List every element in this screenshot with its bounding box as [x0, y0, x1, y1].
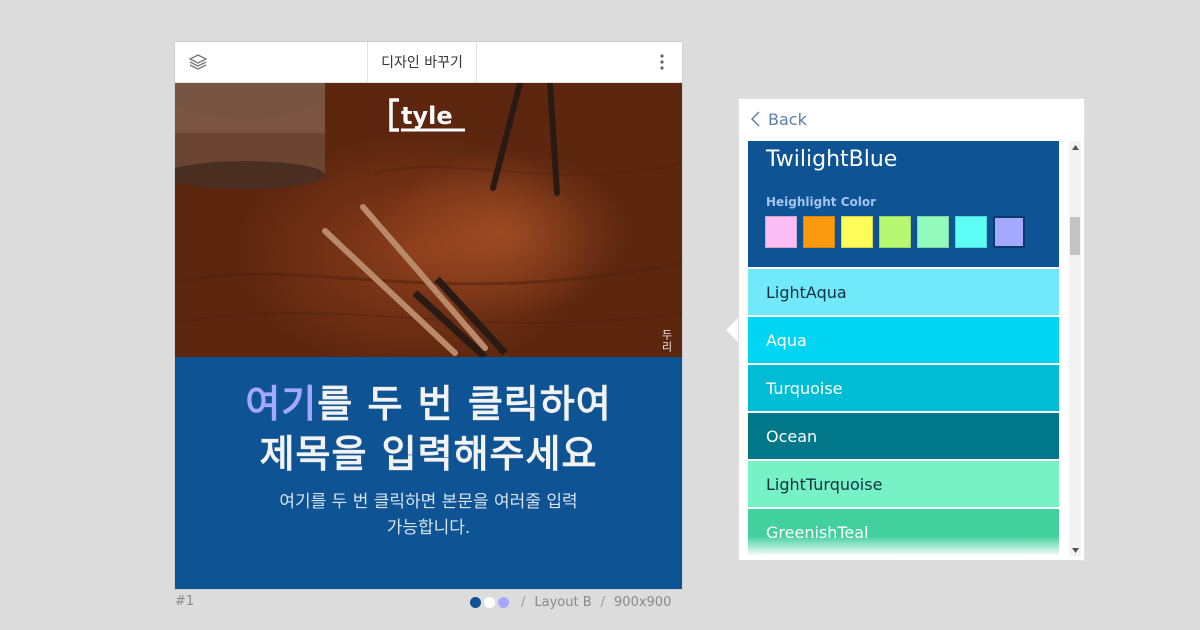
headline-highlight: 여기	[245, 382, 318, 426]
change-design-button[interactable]: 디자인 바꾸기	[367, 42, 477, 82]
scroll-up-button[interactable]	[1069, 141, 1081, 153]
background-photo[interactable]: tyle 두리	[175, 83, 682, 357]
theme-option-aqua[interactable]: Aqua	[748, 317, 1059, 363]
theme-option-label: Turquoise	[766, 378, 843, 398]
selected-theme[interactable]: TwilightBlue Heighlight Color	[748, 141, 1059, 267]
layout-name: Layout B	[534, 594, 592, 610]
theme-list[interactable]: TwilightBlue Heighlight Color LightAqua …	[748, 141, 1059, 556]
separator: /	[600, 594, 606, 610]
slide-meta: / Layout B / 900x900	[470, 593, 682, 611]
text-block[interactable]: 여기를 두 번 클릭하여 제목을 입력해주세요 여기를 두 번 클릭하면 본문을…	[175, 357, 682, 589]
highlight-swatch[interactable]	[803, 216, 835, 248]
photo-caption: 두리	[660, 329, 673, 353]
palette-dot-1	[470, 596, 481, 608]
more-vertical-icon	[660, 54, 664, 70]
highlight-swatch[interactable]	[993, 216, 1025, 248]
chevron-left-icon	[751, 111, 760, 127]
theme-option-label: GreenishTeal	[766, 522, 869, 542]
selected-theme-name: TwilightBlue	[766, 147, 898, 172]
highlight-swatch[interactable]	[955, 216, 987, 248]
highlight-color-label: Heighlight Color	[766, 195, 877, 209]
logo-text: tyle	[401, 102, 453, 130]
highlight-swatch[interactable]	[917, 216, 949, 248]
editor-card: 디자인 바꾸기 tyle 두리 여기를 두 번 클릭하여 제목을 입력해주세요 …	[175, 42, 682, 589]
palette-dot-3	[498, 596, 509, 608]
theme-option-ocean[interactable]: Ocean	[748, 413, 1059, 459]
palette-dot-2	[484, 596, 495, 608]
headline[interactable]: 여기를 두 번 클릭하여 제목을 입력해주세요	[185, 379, 672, 479]
highlight-swatches	[765, 216, 1025, 248]
slide-index: #1	[175, 594, 195, 609]
more-options-button[interactable]	[642, 42, 682, 82]
body-text[interactable]: 여기를 두 번 클릭하면 본문을 여러줄 입력 가능합니다.	[245, 489, 612, 541]
theme-option-label: LightTurquoise	[766, 474, 883, 494]
layers-button[interactable]	[175, 42, 220, 82]
tyle-logo[interactable]: tyle	[389, 97, 467, 133]
arrow-down-icon	[1071, 547, 1079, 553]
scroll-down-button[interactable]	[1069, 544, 1081, 556]
back-label: Back	[768, 109, 807, 129]
headline-line1-rest: 를 두 번 클릭하여	[317, 382, 612, 426]
theme-option-label: Ocean	[766, 426, 818, 446]
separator: /	[521, 594, 526, 610]
layers-icon	[188, 54, 207, 70]
canvas-size: 900x900	[614, 594, 672, 610]
highlight-swatch[interactable]	[765, 216, 797, 248]
theme-option-label: Aqua	[766, 330, 807, 350]
body-line2: 가능합니다.	[386, 518, 471, 538]
theme-option-light-turquoise[interactable]: LightTurquoise	[748, 461, 1059, 507]
body-line1: 여기를 두 번 클릭하면 본문을 여러줄 입력	[279, 492, 578, 512]
arrow-up-icon	[1071, 144, 1079, 150]
theme-option-turquoise[interactable]: Turquoise	[748, 365, 1059, 411]
scrollbar[interactable]	[1069, 141, 1081, 556]
headline-line2: 제목을 입력해주세요	[259, 432, 598, 476]
theme-option-light-aqua[interactable]: LightAqua	[748, 269, 1059, 315]
highlight-swatch[interactable]	[879, 216, 911, 248]
highlight-swatch[interactable]	[841, 216, 873, 248]
theme-option-greenish-teal[interactable]: GreenishTeal	[748, 509, 1059, 555]
panel-pointer	[726, 316, 740, 344]
scrollbar-thumb[interactable]	[1070, 217, 1080, 255]
theme-option-label: LightAqua	[766, 282, 847, 302]
color-theme-panel: Back TwilightBlue Heighlight Color Light…	[739, 99, 1084, 560]
back-button[interactable]: Back	[751, 108, 807, 130]
editor-toolbar: 디자인 바꾸기	[175, 42, 682, 83]
